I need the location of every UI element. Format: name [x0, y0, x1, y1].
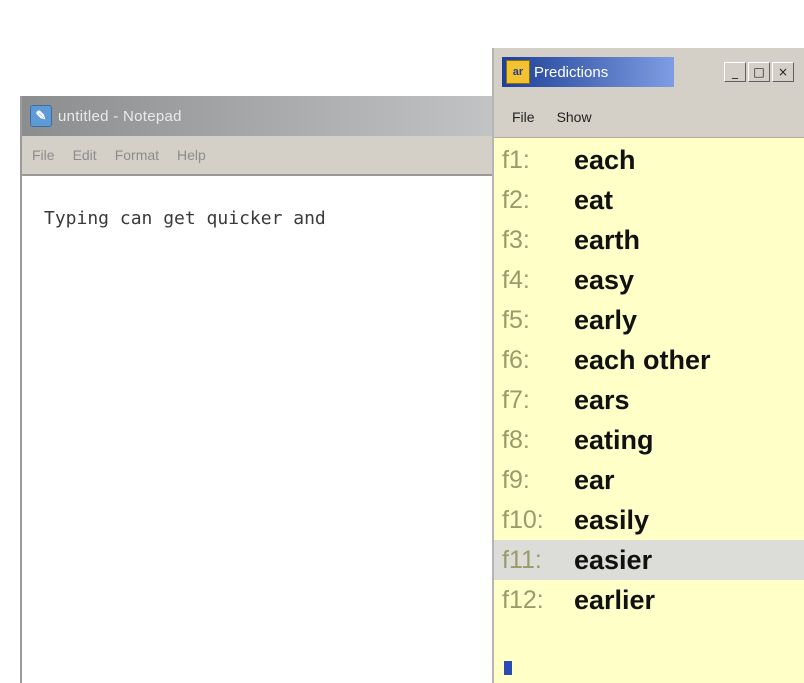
prediction-item[interactable]: f8: eating — [494, 420, 804, 460]
notepad-menubar: File Edit Format Help — [22, 136, 520, 176]
maximize-button[interactable]: □ — [748, 62, 770, 82]
prediction-key: f11: — [502, 545, 542, 574]
prediction-word: earth — [574, 224, 641, 255]
prediction-key: f2: — [502, 185, 530, 214]
prediction-list: f1: each f2: eat f3: earth f4: easy f5: early f6: e… — [494, 138, 804, 683]
prediction-key: f3: — [502, 225, 530, 254]
prediction-item[interactable]: f3: earth — [494, 220, 804, 260]
prediction-key: f12: — [502, 585, 544, 614]
notepad-icon: ✎ — [30, 105, 52, 127]
info-icon — [504, 661, 512, 675]
notepad-menu-format[interactable]: Format — [115, 147, 159, 163]
notepad-menu-file[interactable]: File — [32, 147, 55, 163]
prediction-item[interactable]: f12: earlier — [494, 580, 804, 620]
prediction-word: easy — [574, 264, 635, 295]
prediction-item[interactable]: f2: eat — [494, 180, 804, 220]
notepad-menu-edit[interactable]: Edit — [73, 147, 97, 163]
notepad-text: Typing can get quicker and — [44, 208, 326, 229]
prediction-key: f1: — [502, 145, 530, 174]
prediction-word: each — [574, 144, 636, 175]
window-controls: _ □ × — [724, 62, 794, 82]
prediction-item[interactable]: f9: ear — [494, 460, 804, 500]
predictions-app-icon: ar — [506, 60, 530, 84]
predictions-menubar: File Show — [494, 96, 804, 138]
close-button[interactable]: × — [772, 62, 794, 82]
prediction-item[interactable]: f5: early — [494, 300, 804, 340]
prediction-item[interactable]: f4: easy — [494, 260, 804, 300]
notepad-menu-help[interactable]: Help — [177, 147, 206, 163]
predictions-title-bar-active: ar Predictions — [502, 57, 674, 87]
notepad-text-area[interactable]: Typing can get quicker and — [22, 176, 520, 229]
prediction-key: f5: — [502, 305, 530, 334]
predictions-window: ar Predictions _ □ × File Show f1: each f2… — [492, 48, 804, 683]
notepad-window: ✎ untitled - Notepad File Edit Format He… — [20, 96, 520, 683]
prediction-item[interactable]: f6: each other — [494, 340, 804, 380]
prediction-word: each other — [574, 344, 711, 375]
prediction-word: earlier — [574, 584, 656, 615]
prediction-item[interactable]: f7: ears — [494, 380, 804, 420]
prediction-word: early — [574, 304, 638, 335]
prediction-key: f4: — [502, 265, 530, 294]
predictions-menu-file[interactable]: File — [512, 109, 535, 125]
prediction-word: eating — [574, 424, 654, 455]
notepad-title: untitled - Notepad — [58, 107, 182, 125]
minimize-button[interactable]: _ — [724, 62, 746, 82]
prediction-key: f9: — [502, 465, 530, 494]
prediction-key: f7: — [502, 385, 530, 414]
prediction-key: f6: — [502, 345, 530, 374]
predictions-titlebar[interactable]: ar Predictions _ □ × — [494, 48, 804, 96]
prediction-key: f8: — [502, 425, 530, 454]
prediction-word: eat — [574, 184, 614, 215]
prediction-word: ears — [574, 384, 630, 415]
predictions-title: Predictions — [534, 63, 609, 81]
prediction-item[interactable]: f1: each — [494, 140, 804, 180]
prediction-word: easily — [574, 504, 650, 535]
prediction-item[interactable]: f11: easier — [494, 540, 804, 580]
prediction-key: f10: — [502, 505, 544, 534]
desktop: ✎ untitled - Notepad File Edit Format He… — [0, 0, 804, 683]
prediction-item[interactable]: f10: easily — [494, 500, 804, 540]
notepad-titlebar[interactable]: ✎ untitled - Notepad — [22, 96, 520, 136]
predictions-menu-show[interactable]: Show — [557, 109, 592, 125]
prediction-word: easier — [574, 544, 653, 575]
prediction-word: ear — [574, 464, 615, 495]
